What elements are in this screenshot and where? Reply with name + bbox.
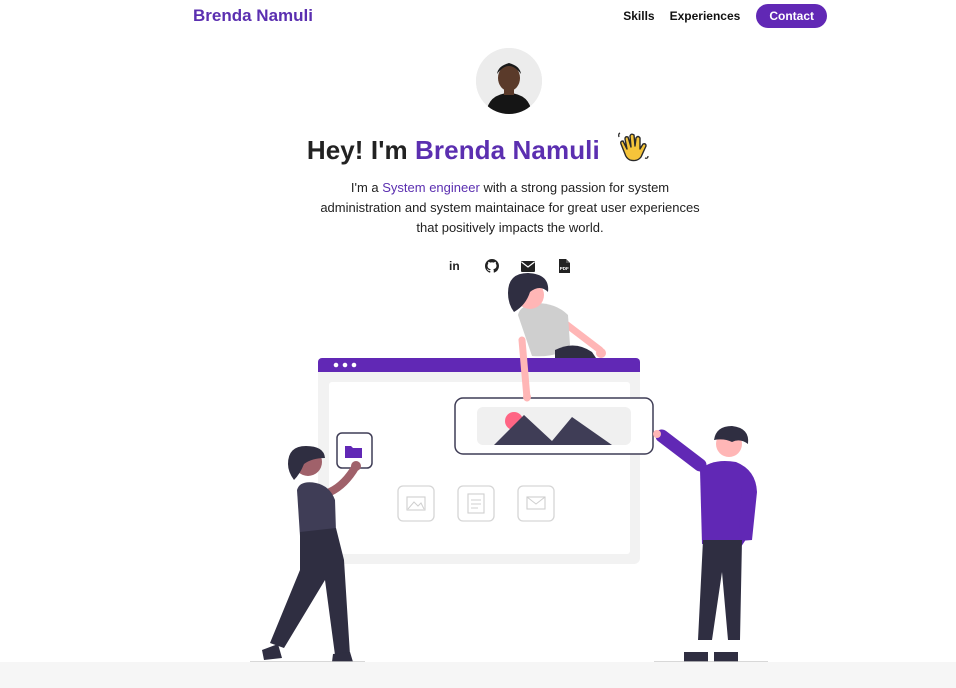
man-right-illustration <box>653 426 768 663</box>
image-card-illustration <box>454 397 654 455</box>
wave-icon <box>617 132 649 169</box>
contact-button[interactable]: Contact <box>756 4 827 28</box>
avatar <box>476 48 542 114</box>
hero-title: Hey! I'm Brenda Namuli <box>0 132 956 169</box>
footer-strip <box>0 662 956 688</box>
page: Brenda Namuli Skills Experiences Contact… <box>0 0 956 688</box>
hero-name: Brenda Namuli <box>415 135 600 165</box>
hero-greeting: Hey! I'm <box>306 135 408 165</box>
site-header: Brenda Namuli Skills Experiences Contact <box>0 0 956 34</box>
hero-description: I'm a System engineer with a strong pass… <box>310 178 710 238</box>
brand-logo-link[interactable]: Brenda Namuli <box>193 6 313 26</box>
role-text: System engineer <box>382 180 480 195</box>
desc-prefix: I'm a <box>350 180 379 195</box>
main-nav: Skills Experiences Contact <box>623 4 827 28</box>
hero-illustration <box>240 265 780 665</box>
nav-link-experiences[interactable]: Experiences <box>670 9 741 23</box>
nav-link-skills[interactable]: Skills <box>623 9 654 23</box>
